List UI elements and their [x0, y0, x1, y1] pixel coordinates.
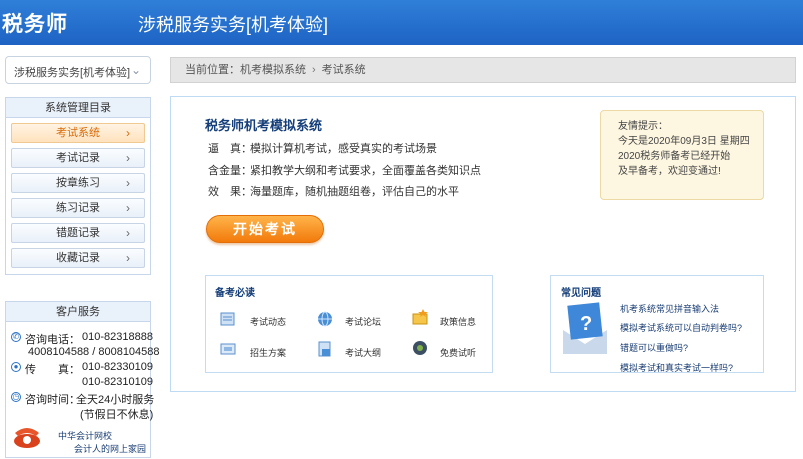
- chevron-right-icon: ›: [126, 226, 130, 240]
- subject-dropdown[interactable]: 涉税服务实务[机考体验] ⌄: [5, 56, 151, 84]
- prep-link-syllabus[interactable]: 考试大纲: [345, 346, 381, 359]
- chevron-right-icon: ›: [126, 176, 130, 190]
- breadcrumb: 当前位置：机考模拟系统 › 考试系统: [170, 57, 796, 83]
- menu-item-label: 练习记录: [56, 202, 100, 214]
- faq-link[interactable]: 错题可以重做吗?: [620, 341, 688, 354]
- fax-label: 传 真：: [25, 364, 80, 376]
- chevron-right-icon: ›: [126, 251, 130, 265]
- brand-name: 税务师: [2, 13, 68, 36]
- school-name: 中华会计网校: [58, 431, 113, 441]
- chevron-right-icon: ›: [126, 151, 130, 165]
- menu-item-practice-records[interactable]: 练习记录 ›: [11, 198, 145, 218]
- breadcrumb-separator-icon: ›: [312, 64, 316, 76]
- feature-value: 模拟计算机考试，感受真实的考试场景: [250, 143, 437, 155]
- faq-link[interactable]: 模拟考试和真实考试一样吗?: [620, 361, 733, 374]
- feature-key: 含金量：: [208, 165, 252, 177]
- menu-item-exam-records[interactable]: 考试记录 ›: [11, 148, 145, 168]
- enrollment-icon: [220, 343, 236, 355]
- prep-link-enrollment[interactable]: 招生方案: [250, 346, 286, 359]
- feature-row: 逼 真：模拟计算机考试，感受真实的考试场景: [208, 140, 437, 156]
- customer-service-panel: 客户服务 ✆ 咨询电话： 010-82318888 4008104588 / 8…: [5, 301, 160, 458]
- feature-row: 含金量：紧扣教学大纲和考试要求，全面覆盖各类知识点: [208, 162, 481, 178]
- phone-label: 咨询电话：: [25, 334, 80, 346]
- chevron-right-icon: ›: [126, 201, 130, 215]
- chevron-right-icon: ›: [126, 126, 130, 140]
- hours-value: 全天24小时服务: [76, 394, 155, 406]
- feature-key: 逼 真：: [208, 143, 252, 155]
- faq-box: 常见问题 ? 机考系统常见拼音输入法 模拟考试系统可以自动判卷吗? 错题可以重做…: [550, 275, 764, 373]
- policy-icon: [412, 309, 428, 325]
- hours-note: (节假日不休息): [80, 409, 154, 421]
- breadcrumb-prefix: 当前位置：: [185, 64, 240, 76]
- hours-label: 咨询时间：: [25, 394, 80, 406]
- menu-item-label: 考试记录: [56, 152, 100, 164]
- feature-value: 紧扣教学大纲和考试要求，全面覆盖各类知识点: [250, 165, 481, 177]
- start-exam-button[interactable]: 开始考试: [206, 215, 324, 243]
- news-icon: [220, 312, 235, 326]
- system-menu-panel: 系统管理目录 考试系统 › 考试记录 › 按章练习 › 练习记录 › 错题记录 …: [5, 97, 151, 275]
- prep-link-free-trial[interactable]: 免费试听: [440, 346, 476, 359]
- menu-item-favorites[interactable]: 收藏记录 ›: [11, 248, 145, 268]
- faq-link[interactable]: 机考系统常见拼音输入法: [620, 302, 719, 315]
- exam-title: 涉税服务实务[机考体验]: [138, 15, 329, 35]
- tip-line: 2020税务师备考已经开始: [618, 151, 731, 162]
- system-menu-heading: 系统管理目录: [6, 98, 150, 118]
- faq-title: 常见问题: [561, 288, 601, 299]
- fax-number-1: 010-82330109: [82, 361, 153, 373]
- customer-service-heading: 客户服务: [6, 302, 150, 322]
- menu-item-chapter-practice[interactable]: 按章练习 ›: [11, 173, 145, 193]
- feature-value: 海量题库，随机抽题组卷，评估自己的水平: [250, 186, 459, 198]
- question-mark-icon: ?: [563, 302, 607, 354]
- chevron-down-icon: ⌄: [130, 63, 141, 77]
- syllabus-icon: [318, 341, 331, 357]
- system-title: 税务师机考模拟系统: [205, 118, 323, 133]
- breadcrumb-current: 考试系统: [321, 64, 366, 76]
- menu-item-label: 收藏记录: [56, 252, 100, 264]
- fax-number-2: 010-82310109: [82, 376, 153, 388]
- feature-key: 效 果：: [208, 186, 252, 198]
- clock-icon: ◷: [11, 392, 21, 402]
- feature-row: 效 果：海量题库，随机抽题组卷，评估自己的水平: [208, 183, 459, 199]
- menu-item-wrong-questions[interactable]: 错题记录 ›: [11, 223, 145, 243]
- phone-icon: ✆: [11, 332, 21, 342]
- menu-item-label: 错题记录: [56, 227, 100, 239]
- subject-dropdown-value: 涉税服务实务[机考体验]: [14, 67, 131, 79]
- tip-line: 及早备考，欢迎变通过!: [618, 166, 721, 177]
- school-slogan: 会计人的网上家园: [74, 444, 147, 454]
- phone-number-1: 010-82318888: [82, 331, 153, 343]
- prep-link-exam-news[interactable]: 考试动态: [250, 315, 286, 328]
- menu-item-label: 考试系统: [56, 127, 100, 139]
- main-content-box: 税务师机考模拟系统 逼 真：模拟计算机考试，感受真实的考试场景 含金量：紧扣教学…: [170, 96, 796, 392]
- phone-number-2: 4008104588 / 8008104588: [28, 346, 160, 358]
- faq-link[interactable]: 模拟考试系统可以自动判卷吗?: [620, 321, 742, 334]
- prep-link-forum[interactable]: 考试论坛: [345, 315, 381, 328]
- telephone-logo-icon: [14, 428, 40, 448]
- prep-reading-box: 备考必读 考试动态 考试论坛 政策信息 招生方案 考试大纲 免费试听: [205, 275, 493, 373]
- svg-text:?: ?: [580, 313, 592, 335]
- audition-icon: [413, 341, 427, 355]
- prep-link-policy[interactable]: 政策信息: [440, 315, 476, 328]
- fax-icon: ●: [11, 362, 21, 372]
- prep-title: 备考必读: [215, 288, 255, 299]
- tip-line: 今天是2020年09月3日 星期四: [618, 136, 750, 147]
- menu-item-exam-system[interactable]: 考试系统 ›: [11, 123, 145, 143]
- top-header: 税务师 涉税服务实务[机考体验]: [0, 0, 803, 45]
- menu-item-label: 按章练习: [56, 177, 100, 189]
- tip-heading: 友情提示：: [618, 121, 668, 132]
- tip-note: 友情提示： 今天是2020年09月3日 星期四 2020税务师备考已经开始 及早…: [600, 110, 764, 200]
- globe-icon: [318, 311, 332, 327]
- breadcrumb-item[interactable]: 机考模拟系统: [240, 64, 306, 76]
